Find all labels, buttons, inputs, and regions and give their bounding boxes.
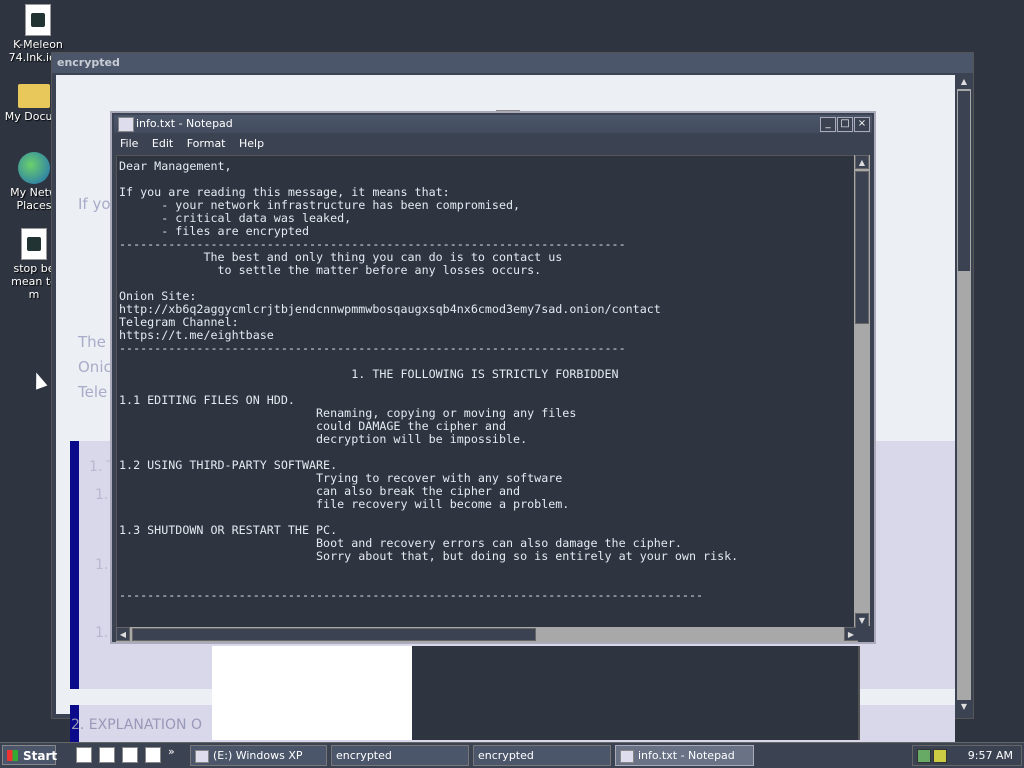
maximize-icon[interactable]: □ xyxy=(837,117,853,132)
mouse-cursor-icon xyxy=(30,370,48,390)
notepad-icon xyxy=(118,117,134,132)
scroll-down-icon[interactable]: ▼ xyxy=(855,613,869,627)
clock[interactable]: 9:57 AM xyxy=(968,746,1013,765)
vertical-scrollbar[interactable]: ▲ ▼ xyxy=(957,75,971,714)
quicklaunch-icon[interactable] xyxy=(122,747,138,763)
scroll-up-icon[interactable]: ▲ xyxy=(855,155,869,169)
taskbar-item-label: (E:) Windows XP xyxy=(213,749,303,762)
bg-text-fragment: 1. xyxy=(95,557,109,573)
taskbar-item-encrypted-2[interactable]: encrypted xyxy=(473,745,611,766)
notepad-content: Dear Management, If you are reading this… xyxy=(119,159,739,602)
vertical-scrollbar[interactable]: ▲ ▼ xyxy=(854,155,870,627)
folder-icon xyxy=(18,84,50,108)
network-icon xyxy=(18,152,50,184)
taskbar-item-label: encrypted xyxy=(336,749,392,762)
menu-format[interactable]: Format xyxy=(187,137,226,150)
taskbar-item-encrypted-1[interactable]: encrypted xyxy=(331,745,469,766)
notepad-icon xyxy=(620,749,634,763)
encrypted-window-title: encrypted xyxy=(52,53,973,73)
scroll-thumb[interactable] xyxy=(958,91,970,271)
notepad-titlebar[interactable]: info.txt - Notepad _ □ × xyxy=(114,115,872,133)
drive-icon xyxy=(195,749,209,763)
white-panel xyxy=(212,646,412,740)
scroll-up-icon[interactable]: ▲ xyxy=(957,75,971,89)
security-tray-icon[interactable] xyxy=(933,749,947,763)
quicklaunch-icon[interactable] xyxy=(76,747,92,763)
windows-logo-icon xyxy=(7,750,18,761)
notepad-window[interactable]: info.txt - Notepad _ □ × File Edit Forma… xyxy=(110,111,876,644)
notepad-menubar: File Edit Format Help xyxy=(114,134,872,154)
system-tray: 9:57 AM xyxy=(912,745,1022,766)
scroll-down-icon[interactable]: ▼ xyxy=(957,700,971,714)
minimize-icon[interactable]: _ xyxy=(820,117,836,132)
menu-file[interactable]: File xyxy=(120,137,138,150)
menu-help[interactable]: Help xyxy=(239,137,264,150)
taskbar-item-label: info.txt - Notepad xyxy=(638,749,735,762)
bg-text-fragment: The xyxy=(78,333,106,351)
taskbar: Start » (E:) Windows XP encrypted encryp… xyxy=(0,742,1024,768)
resize-grip-icon[interactable] xyxy=(856,626,870,640)
bg-text-fragment: 1. xyxy=(95,625,109,641)
quicklaunch-icon[interactable] xyxy=(99,747,115,763)
taskbar-item-label: encrypted xyxy=(478,749,534,762)
taskbar-item-notepad[interactable]: info.txt - Notepad xyxy=(615,745,754,766)
start-label: Start xyxy=(23,749,58,763)
scroll-thumb[interactable] xyxy=(132,628,536,641)
horizontal-scrollbar[interactable]: ◀ ▶ xyxy=(116,627,858,642)
network-tray-icon[interactable] xyxy=(917,749,931,763)
bg-text-fragment: If yo xyxy=(78,195,111,213)
scroll-thumb[interactable] xyxy=(855,171,869,324)
close-icon[interactable]: × xyxy=(854,117,870,132)
quicklaunch-overflow-icon[interactable]: » xyxy=(168,745,175,758)
bg-text-fragment: Tele xyxy=(78,383,108,401)
dark-panel xyxy=(412,646,860,740)
menu-edit[interactable]: Edit xyxy=(152,137,173,150)
quicklaunch-icon[interactable] xyxy=(145,747,161,763)
scroll-left-icon[interactable]: ◀ xyxy=(116,627,130,641)
notepad-title: info.txt - Notepad xyxy=(136,117,233,130)
bg-text-fragment: 1. xyxy=(95,487,109,503)
document-icon xyxy=(21,228,47,260)
taskbar-item-explorer[interactable]: (E:) Windows XP xyxy=(190,745,327,766)
bg-text-fragment: Onic xyxy=(78,358,112,376)
bg-text-fragment: 2. EXPLANATION O xyxy=(71,717,202,733)
start-button[interactable]: Start xyxy=(2,745,58,765)
document-icon xyxy=(25,4,51,36)
notepad-text-area[interactable]: Dear Management, If you are reading this… xyxy=(116,155,860,629)
